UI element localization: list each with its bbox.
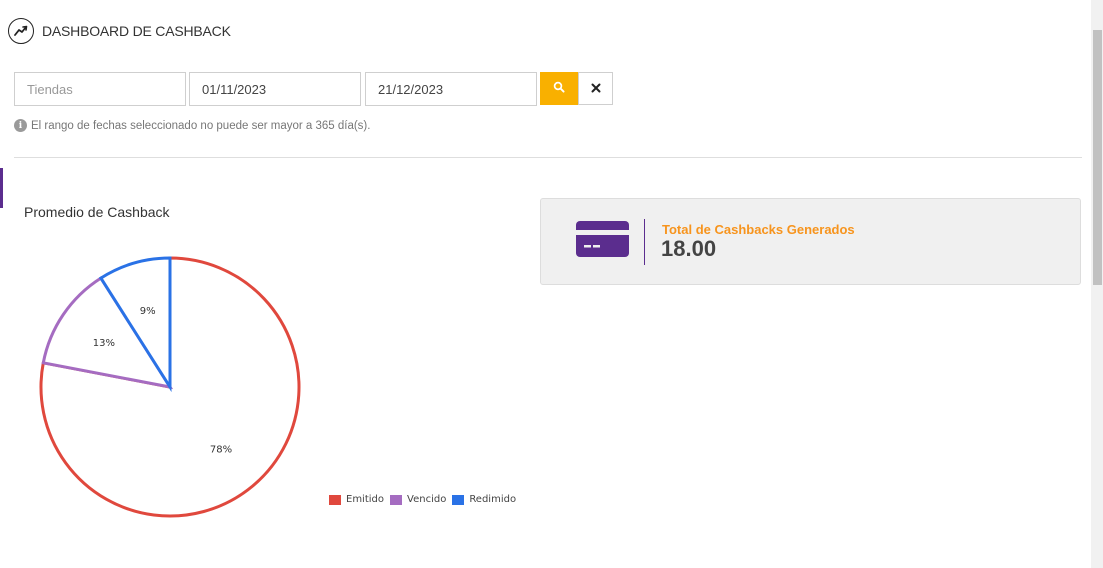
page-header: DASHBOARD DE CASHBACK [8, 18, 231, 44]
left-accent-bar [0, 168, 3, 208]
date-to-input[interactable] [365, 72, 537, 106]
legend-swatch [452, 494, 465, 505]
pie-chart: 78% 13% 9% [39, 256, 301, 518]
clear-button[interactable] [578, 72, 613, 105]
legend-swatch [390, 494, 403, 505]
page-title: DASHBOARD DE CASHBACK [42, 23, 231, 39]
legend-item-emitido[interactable]: Emitido [329, 494, 384, 505]
info-icon: i [14, 119, 27, 132]
legend-label: Emitido [346, 494, 385, 505]
summary-card: Total de Cashbacks Generados 18.00 [540, 198, 1081, 285]
search-icon [553, 81, 565, 96]
legend-label: Redimido [469, 494, 517, 505]
legend-label: Vencido [407, 494, 447, 505]
date-range-hint: i El rango de fechas seleccionado no pue… [14, 119, 370, 132]
legend-item-redimido[interactable]: Redimido [452, 494, 516, 505]
scrollbar-thumb[interactable] [1093, 30, 1102, 285]
card-value: 18.00 [661, 236, 717, 261]
legend-item-vencido[interactable]: Vencido [390, 494, 446, 505]
legend-swatch [329, 494, 341, 505]
chart-title: Promedio de Cashback [24, 204, 170, 220]
search-button[interactable] [540, 72, 578, 105]
trending-up-icon [8, 18, 34, 44]
close-icon [591, 81, 601, 96]
stores-input[interactable] [14, 72, 186, 106]
pie-label-redimido: 9% [140, 306, 156, 317]
dashboard-page: DASHBOARD DE CASHBACK i El rango de [0, 0, 1103, 568]
card-label: Total de Cashbacks Generados [662, 222, 855, 237]
pie-label-vencido: 13% [93, 338, 115, 349]
card-divider [644, 219, 645, 265]
date-from-input[interactable] [189, 72, 361, 106]
pie-label-emitido: 78% [210, 445, 232, 456]
hint-text: El rango de fechas seleccionado no puede… [31, 119, 371, 132]
credit-card-icon [576, 221, 629, 262]
filter-bar [14, 72, 613, 106]
vertical-scrollbar[interactable] [1091, 0, 1103, 568]
section-divider [14, 157, 1082, 158]
chart-legend: Emitido Vencido Redimido [329, 494, 522, 505]
